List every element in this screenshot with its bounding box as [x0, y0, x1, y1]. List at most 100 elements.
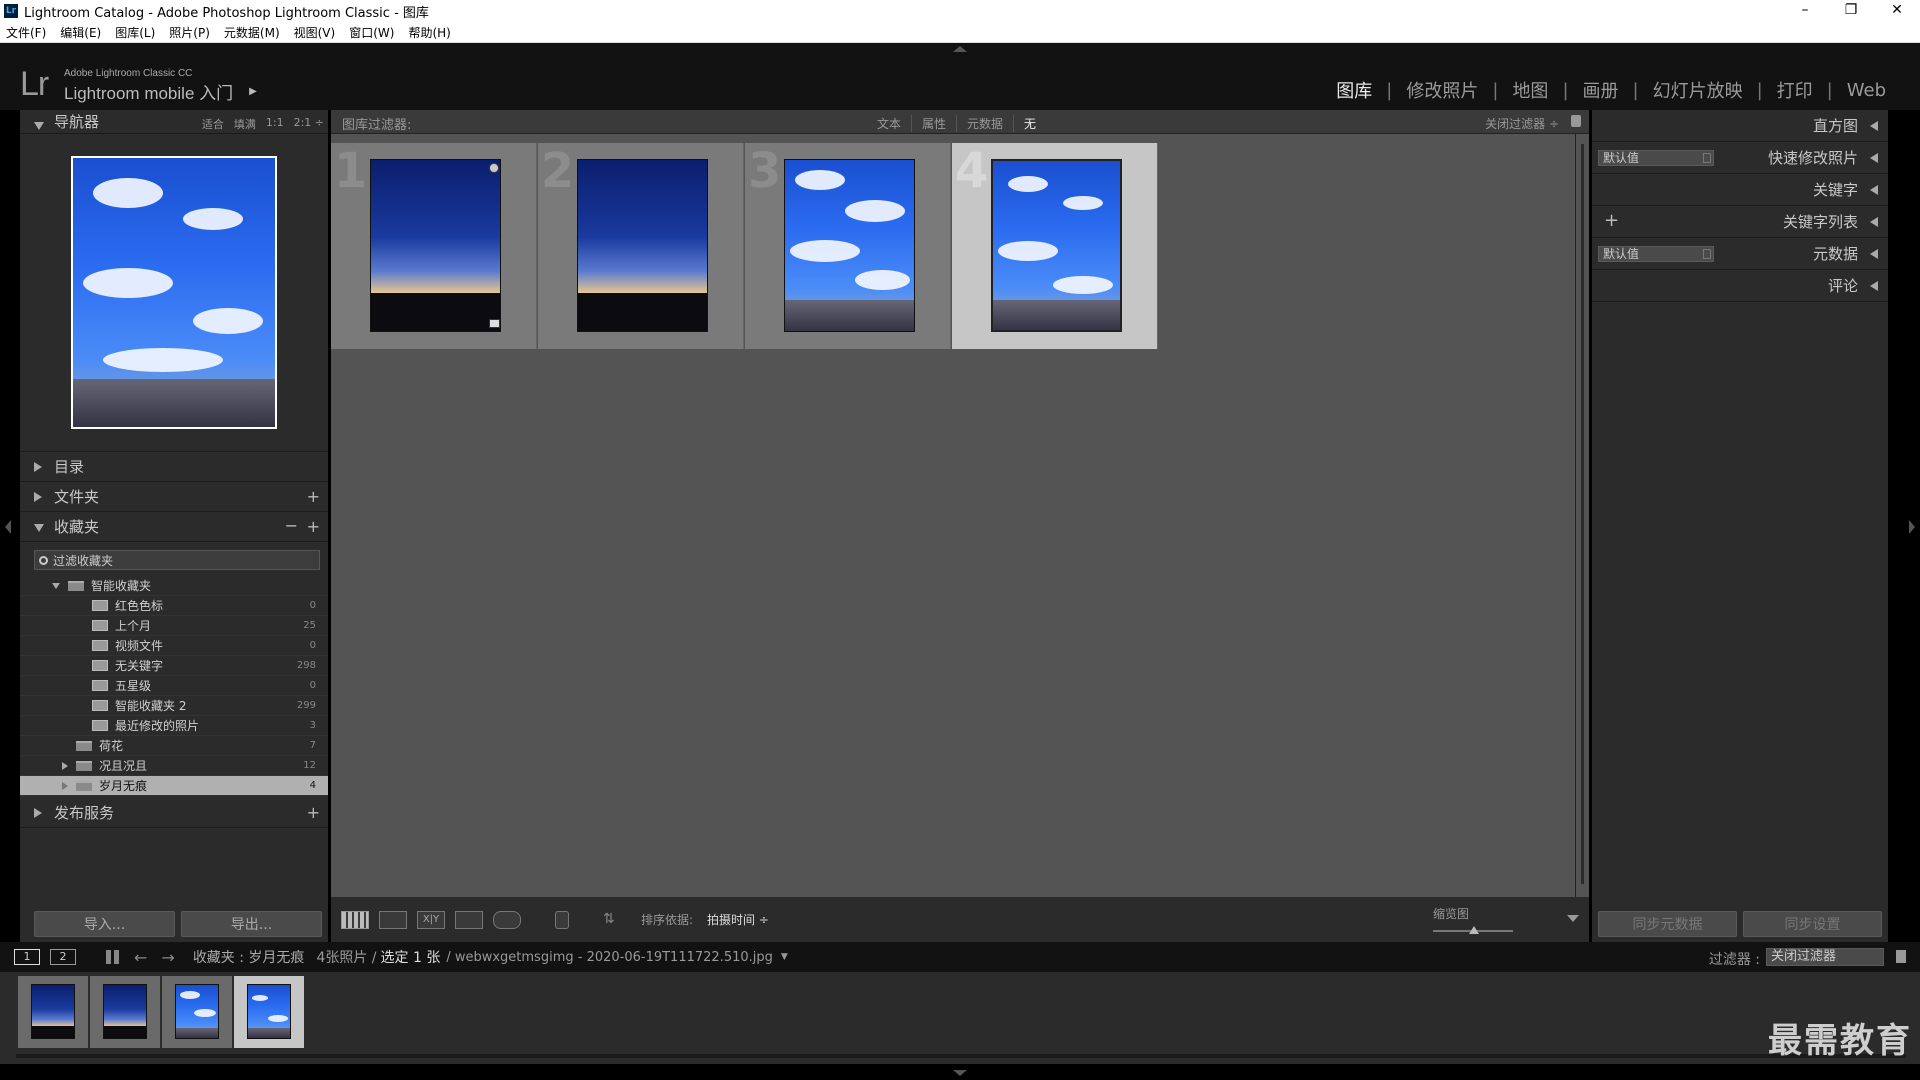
menu-metadata[interactable]: 元数据(M)	[224, 24, 280, 41]
module-web[interactable]: Web	[1833, 80, 1900, 101]
import-button[interactable]: 导入...	[34, 911, 175, 937]
quick-develop-preset-select[interactable]: 默认值	[1598, 150, 1714, 166]
add-collection-icon[interactable]: +	[307, 517, 320, 536]
remove-collection-icon[interactable]: −	[285, 516, 298, 535]
mobile-getting-started[interactable]: Lightroom mobile 入门 ▶	[64, 79, 257, 104]
filter-preset-dropdown[interactable]: 关闭过滤器 ÷	[1485, 115, 1559, 132]
smart-collection-item[interactable]: 视频文件 0	[20, 636, 328, 656]
smart-collection-item[interactable]: 五星级 0	[20, 676, 328, 696]
collection-search-field[interactable]: 过滤收藏夹	[34, 550, 320, 570]
menu-file[interactable]: 文件(F)	[6, 24, 46, 41]
filmstrip-thumbnail[interactable]	[31, 984, 75, 1039]
grid-shortcut-icon[interactable]	[106, 950, 120, 964]
navigator-preview-image[interactable]	[71, 156, 277, 429]
zoom-1-1[interactable]: 1:1	[266, 116, 284, 132]
collection-item[interactable]: 荷花 7	[20, 736, 328, 756]
filmstrip-cell[interactable]	[18, 976, 88, 1048]
close-button[interactable]: ✕	[1874, 0, 1920, 22]
sort-dropdown[interactable]: 拍摄时间 ÷	[707, 911, 769, 928]
filter-lock-icon[interactable]	[1896, 950, 1906, 963]
top-panel-toggle-icon[interactable]	[953, 46, 967, 52]
smart-collection-item[interactable]: 智能收藏夹 2 299	[20, 696, 328, 716]
quick-develop-header[interactable]: 默认值 快速修改照片	[1592, 142, 1888, 174]
sort-direction-icon[interactable]: ⇅	[603, 911, 631, 929]
filmstrip-thumbnail[interactable]	[175, 984, 219, 1039]
module-develop[interactable]: 修改照片	[1392, 77, 1492, 103]
grid-cell[interactable]: 1	[331, 143, 537, 349]
sync-metadata-button[interactable]: 同步元数据	[1598, 911, 1737, 937]
catalog-header[interactable]: 目录	[20, 452, 328, 482]
left-panel-toggle-icon[interactable]	[5, 520, 11, 534]
filmstrip-cell-selected[interactable]	[234, 976, 304, 1048]
photo-thumbnail[interactable]	[991, 159, 1122, 332]
collection-set-item[interactable]: 况且况且 12	[20, 756, 328, 776]
keyword-list-header[interactable]: + 关键字列表	[1592, 206, 1888, 238]
compare-view-icon[interactable]: X|Y	[417, 910, 445, 929]
filmstrip-cell[interactable]	[90, 976, 160, 1048]
smart-collection-item[interactable]: 最近修改的照片 3	[20, 716, 328, 736]
grid-cell[interactable]: 3	[745, 143, 951, 349]
photo-thumbnail[interactable]	[370, 159, 501, 332]
people-view-icon[interactable]	[493, 910, 521, 929]
menu-edit[interactable]: 编辑(E)	[60, 24, 101, 41]
module-map[interactable]: 地图	[1498, 77, 1562, 103]
grid-scrollbar[interactable]	[1575, 134, 1589, 897]
restore-button[interactable]: ❐	[1828, 0, 1874, 22]
menu-library[interactable]: 图库(L)	[115, 24, 155, 41]
navigator-header[interactable]: 导航器 适合 填满 1:1 2:1 ÷	[20, 110, 328, 134]
slider-knob-icon[interactable]	[1469, 926, 1479, 934]
survey-view-icon[interactable]	[455, 910, 483, 929]
zoom-fit[interactable]: 适合	[202, 116, 224, 132]
photo-thumbnail[interactable]	[784, 159, 915, 332]
smart-collection-item[interactable]: 上个月 25	[20, 616, 328, 636]
smart-collection-item[interactable]: 红色色标 0	[20, 596, 328, 616]
collections-header[interactable]: 收藏夹 − +	[20, 512, 328, 542]
module-slideshow[interactable]: 幻灯片放映	[1639, 77, 1757, 103]
photo-thumbnail[interactable]	[577, 159, 708, 332]
filmstrip-thumbnail[interactable]	[103, 984, 147, 1039]
menu-photo[interactable]: 照片(P)	[169, 24, 210, 41]
back-arrow-icon[interactable]: ←	[134, 948, 147, 967]
secondary-window-button[interactable]: 2	[50, 949, 76, 965]
collection-set-item-selected[interactable]: 岁月无痕 4	[20, 776, 328, 796]
comments-header[interactable]: 评论	[1592, 270, 1888, 302]
sync-settings-button[interactable]: 同步设置	[1743, 911, 1882, 937]
grid-scrollbar-track[interactable]	[1581, 144, 1584, 884]
module-library[interactable]: 图库	[1322, 77, 1386, 103]
menu-view[interactable]: 视图(V)	[294, 24, 336, 41]
forward-arrow-icon[interactable]: →	[161, 948, 174, 967]
minimize-button[interactable]: –	[1782, 0, 1828, 22]
menu-window[interactable]: 窗口(W)	[349, 24, 394, 41]
smart-collection-item[interactable]: 无关键字 298	[20, 656, 328, 676]
primary-window-button[interactable]: 1	[14, 949, 40, 965]
filter-none[interactable]: 无	[1014, 115, 1046, 132]
grid-view-icon[interactable]	[341, 910, 369, 929]
publish-services-header[interactable]: 发布服务 +	[20, 798, 328, 828]
zoom-2-1[interactable]: 2:1 ÷	[294, 116, 324, 132]
add-folder-icon[interactable]: +	[307, 487, 320, 506]
right-panel-toggle-icon[interactable]	[1909, 520, 1915, 534]
add-publish-service-icon[interactable]: +	[307, 803, 320, 822]
histogram-header[interactable]: 直方图	[1592, 110, 1888, 142]
zoom-fill[interactable]: 填满	[234, 116, 256, 132]
add-keyword-icon[interactable]: +	[1604, 210, 1619, 231]
folders-header[interactable]: 文件夹 +	[20, 482, 328, 512]
keywording-header[interactable]: 关键字	[1592, 174, 1888, 206]
metadata-header[interactable]: 默认值 元数据	[1592, 238, 1888, 270]
thumbnail-size-slider[interactable]	[1433, 926, 1513, 934]
grid-cell[interactable]: 2	[538, 143, 744, 349]
module-print[interactable]: 打印	[1763, 77, 1827, 103]
source-dropdown-icon[interactable]: ▼	[781, 952, 788, 962]
menu-help[interactable]: 帮助(H)	[408, 24, 450, 41]
filmstrip-cell[interactable]	[162, 976, 232, 1048]
metadata-preset-select[interactable]: 默认值	[1598, 246, 1714, 262]
bottom-panel-toggle-icon[interactable]	[953, 1070, 967, 1076]
grid-cell-selected[interactable]: 4	[952, 143, 1158, 349]
smart-collection-set[interactable]: 智能收藏夹	[20, 576, 328, 596]
lock-icon[interactable]	[1571, 115, 1581, 127]
quick-collection-icon[interactable]	[489, 163, 499, 173]
painter-spray-icon[interactable]	[555, 910, 569, 929]
filmstrip-thumbnail[interactable]	[247, 984, 291, 1039]
loupe-view-icon[interactable]	[379, 910, 407, 929]
filter-text[interactable]: 文本	[867, 115, 913, 132]
